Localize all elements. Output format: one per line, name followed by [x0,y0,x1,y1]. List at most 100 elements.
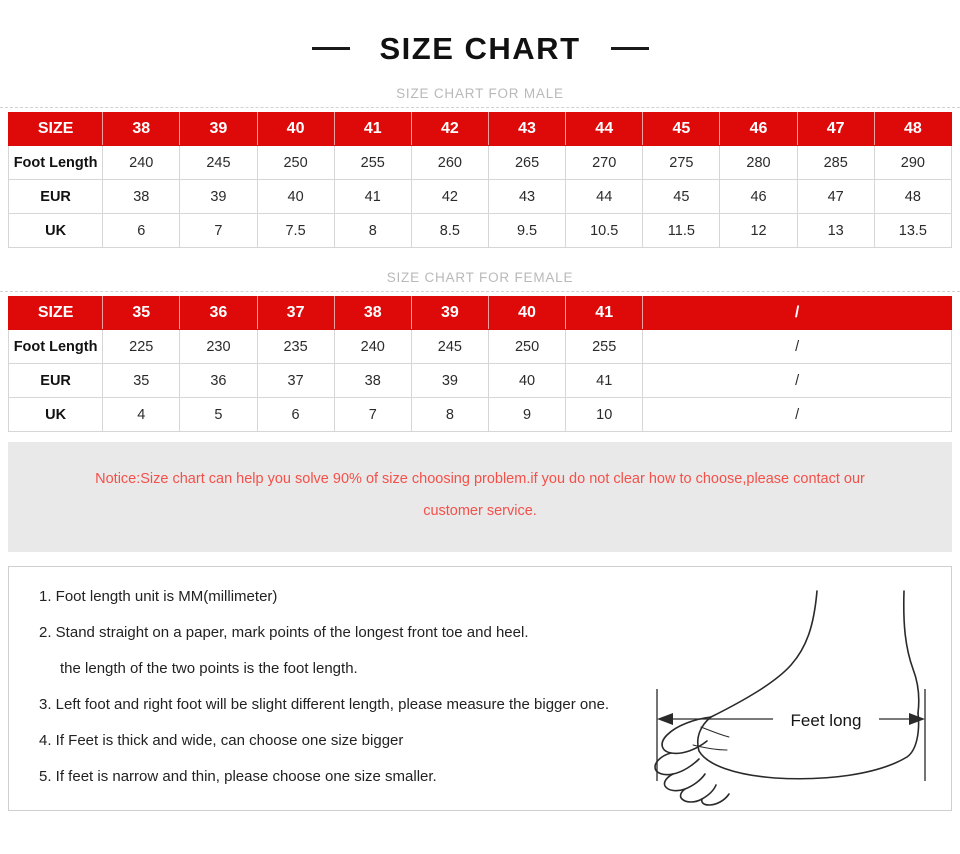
male-section-divider [0,107,960,108]
list-item: 3. Left foot and right foot will be slig… [39,695,610,713]
list-item: the length of the two points is the foot… [60,659,358,677]
table-cell: 5 [179,397,258,432]
table-cell: 9 [487,397,567,432]
table-cell: 40 [487,363,567,398]
table-cell: 240 [102,145,181,180]
male-col-header: 38 [102,112,181,146]
table-cell: 7 [333,397,412,432]
table-cell: 10.5 [565,213,644,248]
table-cell: 41 [333,179,412,214]
table-cell: 10 [565,397,644,432]
table-cell: 40 [256,179,335,214]
male-col-header: 39 [179,112,258,146]
page-title: SIZE CHART [379,31,581,66]
table-cell: 265 [487,145,567,180]
male-row-label: Foot Length [7,145,104,180]
table-cell: 6 [256,397,335,432]
instructions-panel: 1. Foot length unit is MM(millimeter) 2.… [8,565,952,811]
female-size-table-wrapper: SIZE 35 36 37 38 39 40 41 / Foot Length … [0,296,960,432]
table-cell: 45 [642,179,721,214]
table-cell: 41 [565,363,644,398]
female-section-label: SIZE CHART FOR FEMALE [386,270,574,285]
list-item: 5. If feet is narrow and thin, please ch… [39,767,437,785]
table-cell: 245 [410,329,489,364]
female-row-label: Foot Length [7,329,104,364]
female-col-header: 36 [179,296,258,330]
male-col-header: SIZE [7,112,104,146]
table-cell: 285 [796,145,875,180]
table-cell: 245 [179,145,258,180]
male-col-header: 48 [873,112,953,146]
table-cell: 7.5 [256,213,335,248]
female-col-header: 38 [333,296,412,330]
table-cell: 38 [333,363,412,398]
table-cell-merged: / [642,329,952,364]
table-cell: 43 [487,179,567,214]
female-row-label: EUR [7,363,104,398]
table-cell: 8 [333,213,412,248]
table-cell: 275 [642,145,721,180]
notice-line-2: customer service. [423,502,537,519]
male-row-label: UK [7,213,104,248]
table-row: Foot Length 225 230 235 240 245 250 255 … [7,329,952,364]
table-cell: 46 [719,179,798,214]
male-section-label: SIZE CHART FOR MALE [396,86,564,101]
female-col-header-merged: / [642,296,952,330]
female-col-header: 37 [256,296,335,330]
table-cell: 250 [487,329,567,364]
table-cell: 230 [179,329,258,364]
table-cell: 48 [873,179,953,214]
table-row: EUR 38 39 40 41 42 43 44 45 46 47 48 [7,179,953,214]
page-header: SIZE CHART [0,0,960,64]
table-cell-merged: / [642,363,952,398]
table-cell: 270 [565,145,644,180]
table-cell: 39 [179,179,258,214]
table-cell: 280 [719,145,798,180]
table-cell: 290 [873,145,953,180]
table-cell: 6 [102,213,181,248]
table-cell: 4 [102,397,181,432]
table-cell: 39 [410,363,489,398]
female-col-header: 41 [565,296,644,330]
female-col-header: SIZE [7,296,104,330]
male-size-table: SIZE 38 39 40 41 42 43 44 45 46 47 48 Fo… [7,112,953,248]
male-row-label: EUR [7,179,104,214]
table-row: EUR 35 36 37 38 39 40 41 / [7,363,952,398]
table-row: Foot Length 240 245 250 255 260 265 270 … [7,145,953,180]
table-cell: 9.5 [487,213,567,248]
table-cell: 11.5 [642,213,721,248]
male-col-header: 42 [410,112,489,146]
list-item: 4. If Feet is thick and wide, can choose… [39,731,404,749]
female-col-header: 40 [487,296,567,330]
table-cell: 12 [719,213,798,248]
female-col-header: 35 [102,296,181,330]
list-item: 2. Stand straight on a paper, mark point… [39,623,529,641]
male-col-header: 45 [642,112,721,146]
male-col-header: 41 [333,112,412,146]
female-section-divider [0,291,960,292]
table-row: UK 6 7 7.5 8 8.5 9.5 10.5 11.5 12 13 13.… [7,213,953,248]
table-cell: 42 [410,179,489,214]
list-item: 1. Foot length unit is MM(millimeter) [39,587,278,605]
male-col-header: 44 [565,112,644,146]
table-cell: 36 [179,363,258,398]
female-col-header: 39 [410,296,489,330]
table-cell: 240 [333,329,412,364]
title-right-dash-icon [610,47,649,50]
male-col-header: 46 [719,112,798,146]
male-col-header: 47 [796,112,875,146]
table-cell: 255 [565,329,644,364]
table-cell-merged: / [642,397,952,432]
male-col-header: 40 [256,112,335,146]
instructions-list: 1. Foot length unit is MM(millimeter) 2.… [9,567,951,784]
title-left-dash-icon [311,47,350,50]
table-cell: 13 [796,213,875,248]
male-table-header-row: SIZE 38 39 40 41 42 43 44 45 46 47 48 [7,112,953,146]
female-table-header-row: SIZE 35 36 37 38 39 40 41 / [7,296,952,330]
table-cell: 47 [796,179,875,214]
table-row: UK 4 5 6 7 8 9 10 / [7,397,952,432]
notice-banner: Notice:Size chart can help you solve 90%… [8,442,952,552]
table-cell: 235 [256,329,335,364]
table-cell: 250 [256,145,335,180]
table-cell: 7 [179,213,258,248]
